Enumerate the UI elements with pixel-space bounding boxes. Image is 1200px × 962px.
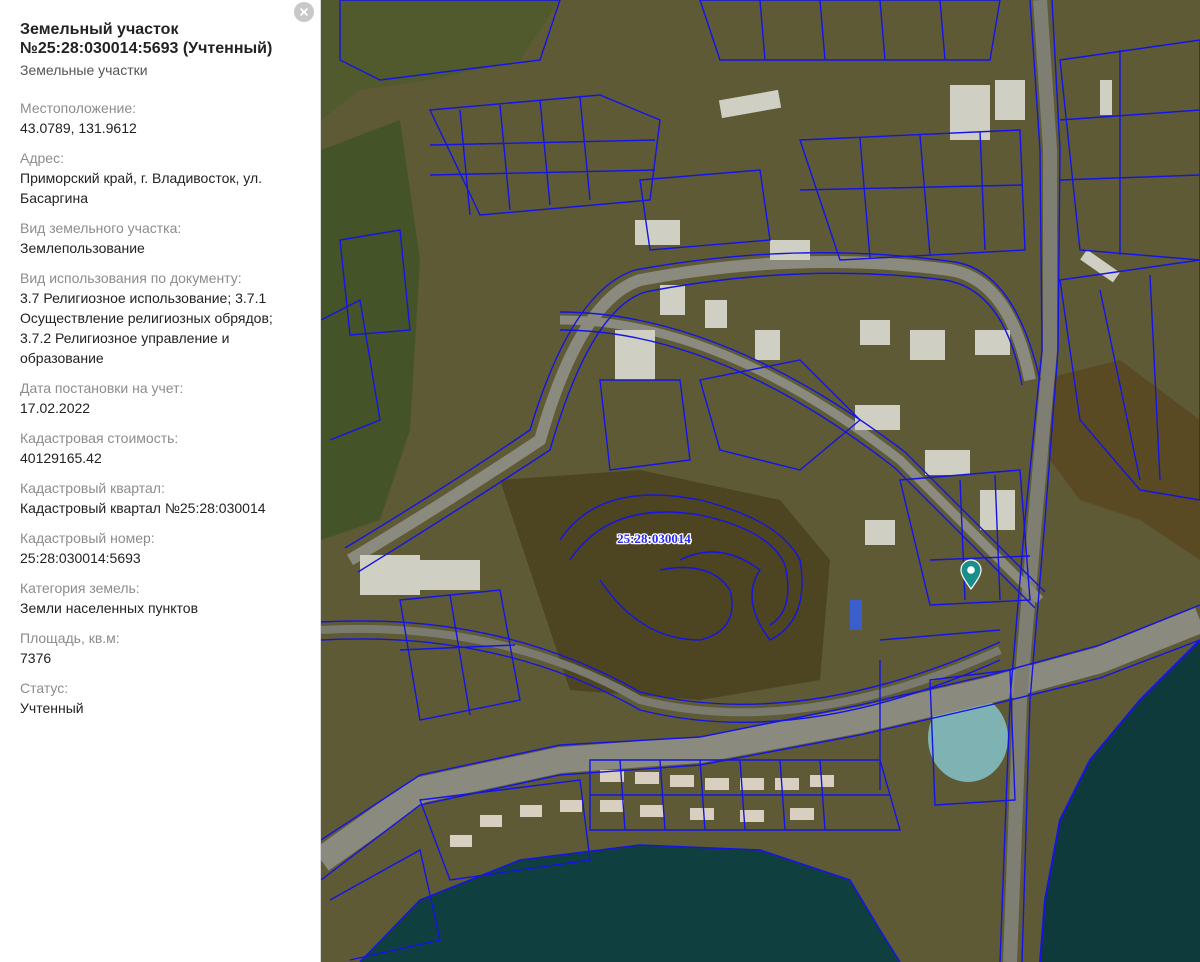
field-status: Статус: Учтенный — [20, 678, 306, 718]
field-value: 25:28:030014:5693 — [20, 550, 141, 566]
field-label: Местоположение: — [20, 100, 137, 116]
field-label: Кадастровый квартал: — [20, 480, 165, 496]
field-value: Землепользование — [20, 240, 145, 256]
field-parcel-type: Вид земельного участка: Землепользование — [20, 218, 306, 258]
field-value: Приморский край, г. Владивосток, ул. Бас… — [20, 170, 263, 206]
parcel-layer-name: Земельные участки — [20, 62, 148, 78]
field-label: Кадастровый номер: — [20, 530, 155, 546]
field-cadastral-quarter: Кадастровый квартал: Кадастровый квартал… — [20, 478, 306, 518]
parcel-title: Земельный участок №25:28:030014:5693 (Уч… — [20, 21, 273, 57]
field-label: Вид использования по документу: — [20, 270, 242, 286]
field-area: Площадь, кв.м: 7376 — [20, 628, 306, 668]
field-permitted-use: Вид использования по документу: 3.7 Рели… — [20, 268, 306, 368]
cadastral-quarter-label: 25:28:030014 — [617, 531, 691, 546]
field-value: 7376 — [20, 650, 52, 666]
field-value: 3.7 Религиозное использование; 3.7.1 Осу… — [20, 290, 273, 366]
field-location: Местоположение: 43.0789, 131.9612 — [20, 98, 306, 138]
field-label: Вид земельного участка: — [20, 220, 182, 236]
field-value: Кадастровый квартал №25:28:030014 — [20, 500, 266, 516]
field-label: Кадастровая стоимость: — [20, 430, 179, 446]
map-canvas[interactable]: 25:28:030014 — [321, 0, 1200, 962]
info-panel: Земельный участок №25:28:030014:5693 (Уч… — [0, 0, 321, 962]
field-cadastral-number: Кадастровый номер: 25:28:030014:5693 — [20, 528, 306, 568]
field-cadastral-value: Кадастровая стоимость: 40129165.42 — [20, 428, 306, 468]
field-label: Площадь, кв.м: — [20, 630, 120, 646]
map-view[interactable]: 25:28:030014 — [321, 0, 1200, 962]
field-value: 17.02.2022 — [20, 400, 91, 416]
field-label: Дата постановки на учет: — [20, 380, 184, 396]
field-value: Земли населенных пунктов — [20, 600, 199, 616]
field-address: Адрес: Приморский край, г. Владивосток, … — [20, 148, 306, 208]
close-icon[interactable] — [294, 2, 314, 22]
field-label: Адрес: — [20, 150, 64, 166]
field-label: Статус: — [20, 680, 69, 696]
field-value: 40129165.42 — [20, 450, 102, 466]
field-land-category: Категория земель: Земли населенных пункт… — [20, 578, 306, 618]
field-value: Учтенный — [20, 700, 84, 716]
field-registration-date: Дата постановки на учет: 17.02.2022 — [20, 378, 306, 418]
field-label: Категория земель: — [20, 580, 140, 596]
field-value: 43.0789, 131.9612 — [20, 120, 137, 136]
